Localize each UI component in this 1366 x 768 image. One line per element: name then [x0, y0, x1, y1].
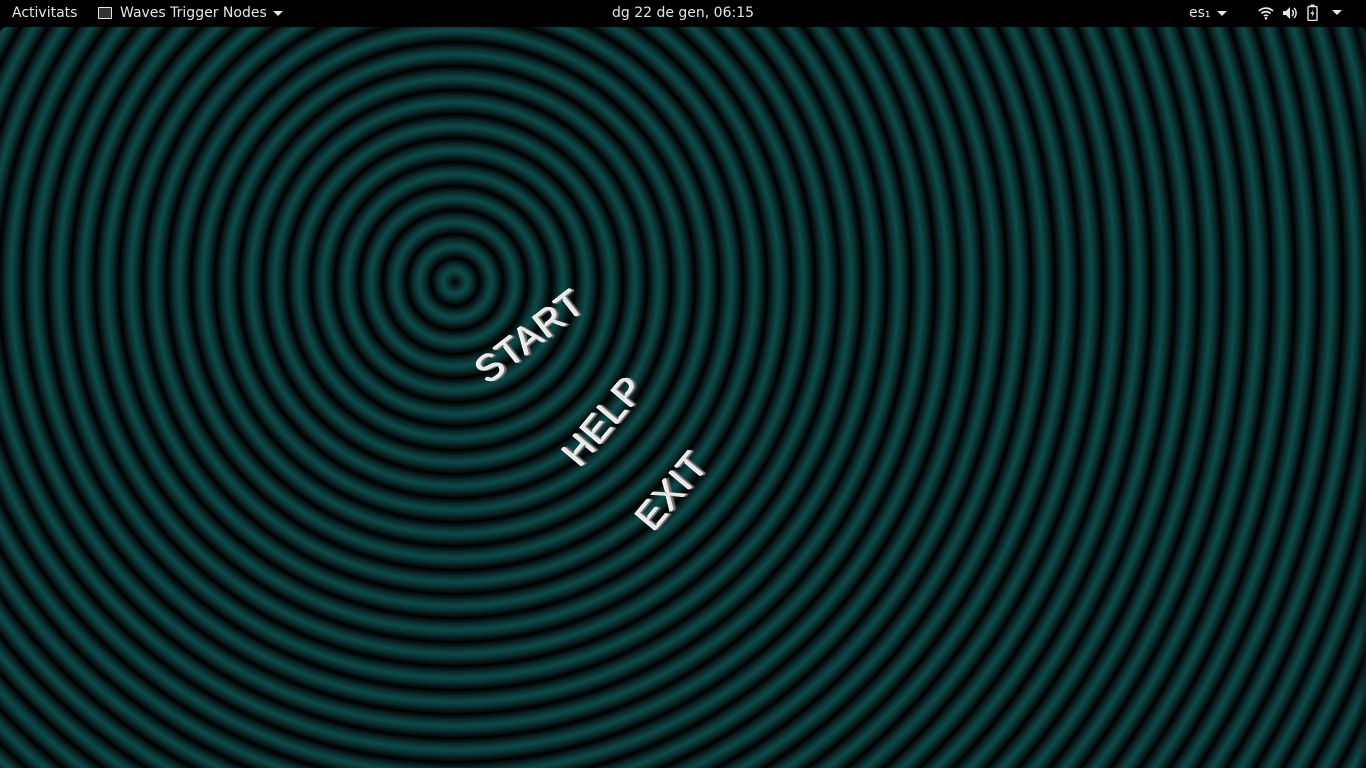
app-menu-label: Waves Trigger Nodes	[120, 5, 267, 21]
app-menu[interactable]: Waves Trigger Nodes	[98, 5, 283, 21]
game-canvas[interactable]: START HELP EXIT	[0, 27, 1366, 768]
keyboard-layout-label: es₁	[1189, 5, 1211, 21]
battery-icon	[1307, 4, 1318, 21]
top-bar: Activitats Waves Trigger Nodes dg 22 de …	[0, 0, 1366, 27]
wifi-icon	[1258, 5, 1274, 21]
activities-button[interactable]: Activitats	[12, 5, 77, 21]
keyboard-layout-menu[interactable]: es₁	[1189, 5, 1227, 21]
start-button[interactable]: START	[468, 282, 594, 393]
chevron-down-icon	[1216, 10, 1227, 16]
app-window-icon	[98, 7, 112, 19]
system-status-menu[interactable]	[1258, 4, 1342, 21]
volume-icon	[1282, 5, 1299, 21]
chevron-down-icon	[1332, 10, 1342, 15]
window-edge	[1358, 27, 1366, 768]
clock[interactable]: dg 22 de gen, 06:15	[612, 5, 754, 21]
exit-button[interactable]: EXIT	[628, 444, 718, 539]
help-button[interactable]: HELP	[555, 368, 654, 475]
chevron-down-icon	[272, 10, 283, 16]
